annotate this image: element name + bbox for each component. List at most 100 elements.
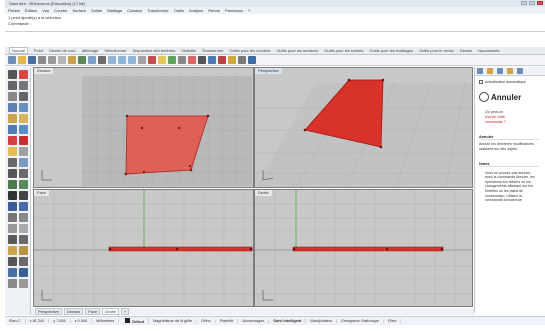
copy-object-icon[interactable] [19, 202, 28, 211]
menu-file[interactable]: Fichier [8, 8, 20, 13]
boolean-union-icon[interactable] [8, 235, 17, 244]
viewport-top-title[interactable]: Dessus [34, 68, 54, 74]
dimension-icon[interactable] [8, 158, 17, 167]
toggle-filter[interactable]: Filtre [384, 319, 402, 323]
trim-icon[interactable] [19, 169, 28, 178]
pan-icon[interactable] [88, 56, 96, 64]
extrude-icon[interactable] [19, 125, 28, 134]
tab-normal[interactable]: Normal [9, 47, 28, 54]
tab-mesh-tools[interactable]: Outils pour les maillages [369, 48, 413, 53]
mirror-icon[interactable] [8, 224, 17, 233]
layer-icon[interactable] [168, 56, 176, 64]
move-icon[interactable] [8, 202, 17, 211]
sphere-icon[interactable] [19, 136, 28, 145]
menu-view[interactable]: Vue [42, 8, 49, 13]
tab-curve-drawing[interactable]: Dessin de cour [49, 48, 76, 53]
maximize-button[interactable] [529, 1, 535, 5]
select-icon[interactable] [148, 56, 156, 64]
tab-viewport-layout[interactable]: Disposition des fenêtres [133, 48, 176, 53]
open-file-icon[interactable] [18, 56, 26, 64]
units-label[interactable]: Millimètres [92, 319, 120, 323]
snap-icon[interactable] [228, 56, 236, 64]
tab-curve-tools[interactable]: Outils pour les courbes [230, 48, 271, 53]
loft-icon[interactable] [19, 246, 28, 255]
surface-edge-view[interactable] [108, 246, 253, 252]
revolve-icon[interactable] [19, 257, 28, 266]
tab-point[interactable]: Point [34, 48, 43, 53]
polygon-icon[interactable] [19, 114, 28, 123]
vp-tab-front[interactable]: Face [85, 308, 101, 315]
vp-tab-right[interactable]: Droite [102, 308, 119, 315]
new-file-icon[interactable] [8, 56, 16, 64]
toggle-history[interactable]: Enregistrer l'historique [337, 319, 385, 323]
viewport-front-title[interactable]: Face [34, 190, 49, 196]
menu-curve[interactable]: Courbe [54, 8, 67, 13]
paste-icon[interactable] [68, 56, 76, 64]
toggle-ortho[interactable]: Ortho [197, 319, 216, 323]
rotate-view-icon[interactable] [98, 56, 106, 64]
solid-box-icon[interactable] [8, 136, 17, 145]
hatch-icon[interactable] [19, 158, 28, 167]
menu-panels[interactable]: Panneaux [225, 8, 243, 13]
help-icon[interactable] [248, 56, 256, 64]
line-icon[interactable] [8, 81, 17, 90]
polyline-icon[interactable] [19, 81, 28, 90]
distance-icon[interactable] [19, 268, 28, 277]
toggle-planar[interactable]: Planéité [216, 319, 239, 323]
display-panel-icon[interactable] [497, 68, 503, 74]
viewport-front-canvas[interactable] [34, 190, 254, 307]
surface-icon[interactable] [8, 125, 17, 134]
vp-tab-top[interactable]: Dessus [63, 308, 84, 315]
menu-mesh[interactable]: Maillage [107, 8, 122, 13]
layer-indicator[interactable]: Défaut [119, 318, 150, 324]
shade-icon[interactable] [188, 56, 196, 64]
minimize-button[interactable] [521, 1, 527, 5]
zoom-icon[interactable] [108, 56, 116, 64]
auto-update-toggle[interactable]: Actualisation automatique [479, 80, 545, 84]
viewport-perspective-title[interactable]: Perspective [255, 68, 282, 74]
help-panel-icon[interactable] [507, 68, 513, 74]
viewport-perspective-canvas[interactable] [255, 68, 473, 188]
tab-visibility[interactable]: Visibilité [181, 48, 196, 53]
four-views-icon[interactable] [138, 56, 146, 64]
toggle-gumball[interactable]: Manipulateur [306, 319, 338, 323]
sweep-icon[interactable] [8, 257, 17, 266]
menu-dimension[interactable]: Cotation [127, 8, 142, 13]
undo-icon[interactable] [78, 56, 86, 64]
select-arrow-icon[interactable] [8, 70, 17, 79]
viewport-top[interactable]: Dessus [33, 67, 254, 188]
menu-render[interactable]: Rendu [208, 8, 220, 13]
properties-panel-icon[interactable] [477, 68, 483, 74]
panel-menu-icon[interactable] [517, 68, 523, 74]
vp-tab-perspective[interactable]: Perspective [35, 308, 62, 315]
tab-surface-tools[interactable]: Outils pour les surfaces [276, 48, 318, 53]
light-icon[interactable] [158, 56, 166, 64]
rectangle-icon[interactable] [8, 114, 17, 123]
viewport-right-canvas[interactable] [255, 190, 473, 307]
materials-icon[interactable] [218, 56, 226, 64]
viewport-right-title[interactable]: Droite [255, 190, 272, 196]
tab-display[interactable]: Affichage [82, 48, 99, 53]
surface-edge-view[interactable] [292, 246, 444, 252]
tab-transform[interactable]: Transformer [202, 48, 224, 53]
menu-tools[interactable]: Outils [174, 8, 184, 13]
command-area[interactable]: 1 point ajouté(s) à la sélection Command… [5, 14, 545, 32]
viewport-front[interactable]: Face [33, 189, 254, 307]
layers-panel-icon[interactable] [487, 68, 493, 74]
text-icon[interactable] [19, 147, 28, 156]
cut-icon[interactable] [48, 56, 56, 64]
tab-render-tools[interactable]: Outils pour le rendu [419, 48, 454, 53]
close-button[interactable] [537, 1, 543, 5]
where-to-find-link-suffix[interactable]: commande ? [485, 120, 545, 125]
copy-icon[interactable] [58, 56, 66, 64]
join-icon[interactable] [19, 180, 28, 189]
wireframe-icon[interactable] [198, 56, 206, 64]
split-icon[interactable] [8, 180, 17, 189]
analyze-icon[interactable] [8, 268, 17, 277]
grid-icon[interactable] [238, 56, 246, 64]
auto-update-checkbox[interactable] [479, 80, 483, 84]
menu-transform[interactable]: Transformer [147, 8, 169, 13]
print-icon[interactable] [38, 56, 46, 64]
boolean-difference-icon[interactable] [19, 235, 28, 244]
menu-edit[interactable]: Édition [25, 8, 37, 13]
